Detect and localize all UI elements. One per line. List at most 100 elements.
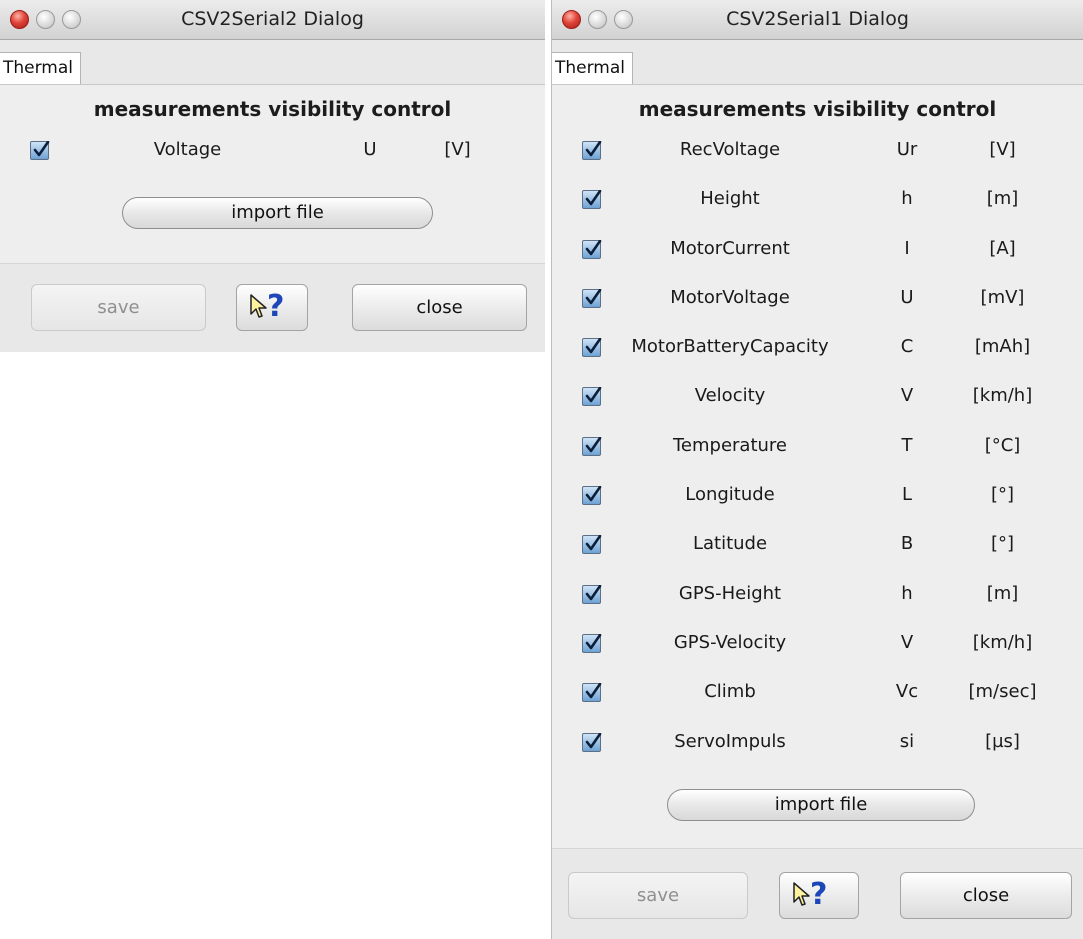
pointer-arrow-icon [250, 294, 267, 318]
visibility-checkbox[interactable] [582, 387, 602, 407]
measurement-symbol: V [900, 385, 914, 407]
visibility-checkbox[interactable] [582, 535, 602, 555]
checkmark-icon [585, 387, 602, 403]
pointer-arrow-icon [793, 882, 810, 906]
help-button[interactable]: ? [779, 872, 859, 919]
measurement-row: MotorCurrent I [A] [552, 230, 1083, 279]
measurement-unit: [m] [986, 188, 1019, 210]
checkmark-icon [585, 633, 602, 650]
measurement-unit: [°C] [984, 434, 1021, 456]
panel-heading: measurements visibility control [638, 97, 997, 121]
measurement-name: GPS-Velocity [673, 631, 787, 653]
visibility-checkbox[interactable] [582, 633, 602, 653]
measurement-unit: [mV] [980, 286, 1025, 308]
measurement-symbol: T [901, 434, 913, 456]
checkmark-icon [585, 584, 602, 600]
title-bar[interactable]: CSV2Serial2 Dialog [0, 0, 545, 40]
measurement-unit: [V] [989, 139, 1016, 160]
measurement-name: Velocity [694, 385, 766, 407]
measurement-row: Temperature T [°C] [552, 427, 1083, 476]
measurement-row: Latitude B [°] [552, 525, 1083, 574]
measurement-unit: [km/h] [972, 385, 1033, 407]
visibility-panel: measurements visibility control Voltage U… [0, 84, 545, 264]
measurement-name: Height [700, 188, 760, 210]
checkmark-icon [585, 141, 602, 157]
close-button[interactable]: close [352, 284, 527, 331]
window-title: CSV2Serial1 Dialog [726, 8, 909, 30]
measurement-row: RecVoltage Ur [V] [552, 131, 1083, 180]
measurement-row: Longitude L [°] [552, 476, 1083, 525]
measurement-symbol: C [900, 336, 914, 358]
visibility-checkbox[interactable] [582, 584, 602, 604]
button-bar: save ? close [552, 849, 1083, 939]
visibility-checkbox[interactable] [582, 141, 602, 160]
measurement-symbol: h [901, 582, 913, 604]
measurement-name: Climb [704, 681, 756, 703]
import-file-button[interactable]: import file [122, 197, 433, 229]
measurement-unit: [mAh] [974, 336, 1031, 358]
checkmark-icon [585, 683, 602, 699]
measurement-symbol: U [900, 286, 914, 308]
measurement-row: Velocity V [km/h] [552, 377, 1083, 426]
visibility-checkbox[interactable] [582, 436, 602, 456]
visibility-checkbox[interactable] [582, 486, 602, 506]
visibility-checkbox[interactable] [582, 338, 602, 358]
tab-thermal[interactable]: Thermal [0, 52, 82, 84]
measurement-symbol: B [900, 533, 914, 555]
visibility-checkbox[interactable] [582, 288, 602, 308]
measurement-unit: [m] [986, 582, 1019, 604]
checkmark-icon [585, 535, 602, 551]
measurement-row: GPS-Velocity V [km/h] [552, 624, 1083, 673]
question-mark-icon: ? [810, 877, 828, 912]
measurement-list: Voltage U [V] [0, 131, 545, 180]
save-button[interactable]: save [31, 284, 206, 331]
measurement-row: Voltage U [V] [0, 131, 545, 180]
measurement-row: MotorVoltage U [mV] [552, 279, 1083, 328]
checkmark-icon [585, 732, 602, 748]
visibility-checkbox[interactable] [582, 239, 602, 259]
measurement-unit: [m/sec] [968, 681, 1037, 703]
measurement-name: ServoImpuls [674, 730, 786, 752]
measurement-symbol: si [899, 730, 915, 752]
measurement-name: Voltage [153, 139, 222, 160]
checkmark-icon [585, 436, 602, 453]
title-bar[interactable]: CSV2Serial1 Dialog [552, 0, 1083, 40]
measurement-row: Height h [m] [552, 180, 1083, 229]
measurement-list: RecVoltage Ur [V] Height h [m] MotorCurrent I [A… [552, 131, 1083, 772]
measurement-name: Latitude [692, 533, 768, 555]
visibility-checkbox[interactable] [582, 732, 602, 752]
visibility-checkbox[interactable] [582, 683, 602, 703]
checkmark-icon [585, 239, 602, 255]
measurement-name: Longitude [685, 484, 775, 506]
import-file-button[interactable]: import file [667, 789, 975, 821]
tab-thermal[interactable]: Thermal [552, 52, 634, 84]
measurement-name: RecVoltage [679, 139, 781, 160]
checkmark-icon [585, 190, 602, 206]
save-button[interactable]: save [568, 872, 748, 919]
panel-heading: measurements visibility control [93, 97, 452, 121]
visibility-checkbox[interactable] [582, 190, 602, 210]
checkmark-icon [585, 288, 602, 305]
measurement-row: Climb Vc [m/sec] [552, 673, 1083, 722]
button-bar: save ? close [0, 264, 545, 352]
measurement-unit: [°] [990, 533, 1015, 555]
close-button[interactable]: close [900, 872, 1072, 919]
measurement-name: MotorCurrent [670, 237, 790, 259]
measurement-unit: [km/h] [972, 631, 1033, 653]
measurement-symbol: Ur [896, 139, 918, 160]
help-button[interactable]: ? [236, 284, 308, 331]
measurement-name: MotorVoltage [670, 286, 790, 308]
tab-strip: Thermal [0, 40, 545, 84]
measurement-name: GPS-Height [678, 582, 782, 604]
csv2serial2-dialog: CSV2Serial2 Dialog Thermal measurements … [0, 0, 545, 352]
tab-strip: Thermal [552, 40, 1083, 84]
measurement-row: ServoImpuls si [µs] [552, 723, 1083, 772]
measurement-symbol: U [363, 139, 377, 160]
visibility-checkbox[interactable] [30, 141, 50, 160]
measurement-row: MotorBatteryCapacity C [mAh] [552, 328, 1083, 377]
visibility-panel: measurements visibility control RecVolta… [552, 84, 1083, 849]
measurement-symbol: V [900, 631, 914, 653]
measurement-symbol: h [901, 188, 913, 210]
measurement-symbol: L [901, 484, 913, 506]
measurement-symbol: Vc [895, 681, 919, 703]
